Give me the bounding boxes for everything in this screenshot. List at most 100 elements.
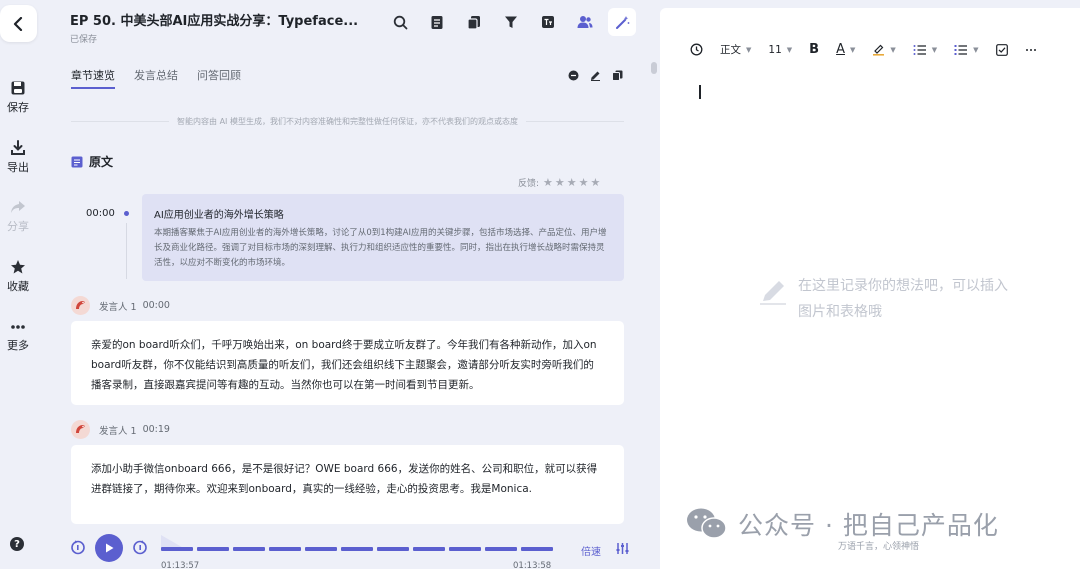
search-button[interactable] (386, 8, 414, 36)
bold-button[interactable]: B (809, 42, 819, 57)
transcript-paragraph[interactable]: 添加小助手微信onboard 666，是不是很好记？OWE board 666，… (71, 445, 624, 524)
chevron-down-icon: ▼ (973, 45, 979, 54)
equalizer-icon[interactable] (616, 542, 629, 555)
left-rail: 保存 导出 分享 收藏 更多 ? (0, 0, 46, 569)
speaker-timestamp[interactable]: 00:19 (143, 424, 170, 435)
rail-export[interactable]: 导出 (0, 140, 36, 175)
watermark: 公众号 · 把自己产品化 (686, 506, 999, 542)
ordered-list-button[interactable]: ▼ (913, 44, 937, 56)
ai-disclaimer: 智能内容由 AI 模型生成，我们不对内容准确性和完整性做任何保证，亦不代表我们的… (71, 116, 625, 127)
play-button[interactable] (95, 534, 123, 562)
chapter-description: 本期播客聚焦于AI应用创业者的海外增长策略，讨论了从0到1构建AI应用的关键步骤… (154, 228, 607, 268)
font-color-button[interactable]: A ▼ (836, 42, 855, 57)
copy-content-button[interactable] (606, 67, 628, 83)
tab-qa-review[interactable]: 问答回顾 (197, 67, 241, 89)
scrollbar-thumb[interactable] (651, 62, 657, 74)
back-button[interactable] (0, 5, 37, 42)
help-icon[interactable]: ? (10, 537, 24, 551)
more-icon (1025, 48, 1036, 51)
checkbox-button[interactable] (995, 43, 1008, 56)
rail-more-label: 更多 (7, 339, 29, 352)
speaker-row: 发言人 1 00:19 (71, 420, 170, 439)
forward-icon[interactable] (132, 539, 148, 555)
divider (71, 121, 170, 122)
ordered-list-icon (913, 44, 926, 55)
star-icon (11, 260, 25, 274)
audio-player: 01:13:57 01:13:58 倍速 (46, 524, 650, 569)
rewind-icon[interactable] (70, 539, 86, 555)
checkbox-icon (995, 43, 1008, 56)
speaker-name: 发言人 1 (99, 425, 137, 437)
timeline-line (126, 223, 127, 279)
speakers-button[interactable] (571, 8, 599, 36)
search-icon (393, 15, 407, 29)
play-icon (106, 543, 114, 553)
translate-icon (542, 16, 554, 28)
text-cursor (699, 85, 701, 99)
chevron-down-icon: ▼ (890, 45, 896, 54)
document-icon (431, 15, 443, 29)
rail-save-label: 保存 (7, 101, 29, 114)
font-size-value: 11 (768, 43, 782, 56)
chevron-down-icon: ▼ (746, 45, 752, 54)
translate-button[interactable] (534, 8, 562, 36)
filter-button[interactable] (497, 8, 525, 36)
page-title: EP 50. 中美头部AI应用实战分享：Typeface... (70, 14, 359, 29)
chapter-timestamp[interactable]: 00:00 (86, 208, 115, 219)
speaker-name: 发言人 1 (99, 301, 137, 313)
bullet-list-icon (954, 44, 968, 55)
feedback-stars[interactable]: ★★★★★ (543, 176, 602, 189)
editor-toolbar: 正文 ▼ 11 ▼ B A ▼ ▼ ▼ ▼ (690, 42, 1054, 57)
comment-button[interactable] (562, 67, 584, 83)
filter-icon (505, 16, 517, 28)
chapter-title: AI应用创业者的海外增长策略 (154, 210, 284, 221)
tab-speaker-summary[interactable]: 发言总结 (134, 67, 178, 89)
timeline-dot (124, 211, 129, 216)
notes-editor[interactable]: 正文 ▼ 11 ▼ B A ▼ ▼ ▼ ▼ 在这里记录你的想法吧，可以插入图片和… (660, 8, 1080, 569)
watermark-text: 公众号 · 把自己产品化 (738, 511, 999, 540)
pencil-icon (590, 71, 600, 81)
edit-button[interactable] (584, 67, 606, 83)
document-button[interactable] (423, 8, 451, 36)
speaker-avatar-icon (76, 301, 85, 309)
history-button[interactable] (690, 43, 703, 56)
progress-bar[interactable] (161, 547, 557, 551)
highlighter-icon (873, 44, 885, 56)
empty-state-text: 在这里记录你的想法吧，可以插入图片和表格哦 (798, 278, 1008, 320)
paragraph-style-value: 正文 (720, 44, 741, 56)
playback-speed-button[interactable]: 倍速 (581, 543, 601, 558)
watermark-subtitle: 万语千言，心领神悟 (838, 542, 920, 552)
copy-icon (467, 15, 480, 30)
chevron-down-icon: ▼ (931, 45, 938, 54)
paragraph-style-select[interactable]: 正文 ▼ (720, 42, 751, 57)
section-header: 原文 (71, 153, 113, 170)
pen-icon (760, 281, 786, 305)
avatar (71, 296, 90, 315)
save-icon (11, 81, 25, 95)
rail-more[interactable]: 更多 (0, 320, 36, 353)
more-icon (11, 325, 25, 329)
ai-magic-button[interactable] (608, 8, 636, 36)
rail-save[interactable]: 保存 (0, 80, 36, 115)
transcript-paragraph[interactable]: 亲爱的on board听众们，千呼万唤始出来，on board终于要成立听友群了… (71, 321, 624, 405)
rail-export-label: 导出 (7, 161, 29, 174)
bullet-list-button[interactable]: ▼ (954, 44, 979, 56)
transcript-panel: EP 50. 中美头部AI应用实战分享：Typeface... 已保存 章节速览… (46, 0, 650, 569)
highlight-button[interactable]: ▼ (872, 43, 896, 56)
rail-favorite[interactable]: 收藏 (0, 259, 36, 294)
speaker-avatar-icon (76, 425, 85, 433)
comment-icon (568, 70, 578, 80)
rail-share[interactable]: 分享 (0, 199, 36, 234)
chapter-card[interactable]: AI应用创业者的海外增长策略 本期播客聚焦于AI应用创业者的海外增长策略，讨论了… (142, 194, 624, 281)
copy-button[interactable] (460, 8, 488, 36)
font-size-select[interactable]: 11 ▼ (768, 44, 792, 56)
save-status: 已保存 (70, 35, 98, 45)
top-toolbar (386, 8, 645, 36)
avatar (71, 420, 90, 439)
tab-chapters[interactable]: 章节速览 (71, 67, 115, 89)
chevron-down-icon: ▼ (786, 45, 793, 54)
speaker-timestamp[interactable]: 00:00 (143, 300, 170, 311)
more-options-button[interactable] (1025, 48, 1037, 52)
history-icon (690, 43, 703, 56)
speaker-row: 发言人 1 00:00 (71, 296, 170, 315)
